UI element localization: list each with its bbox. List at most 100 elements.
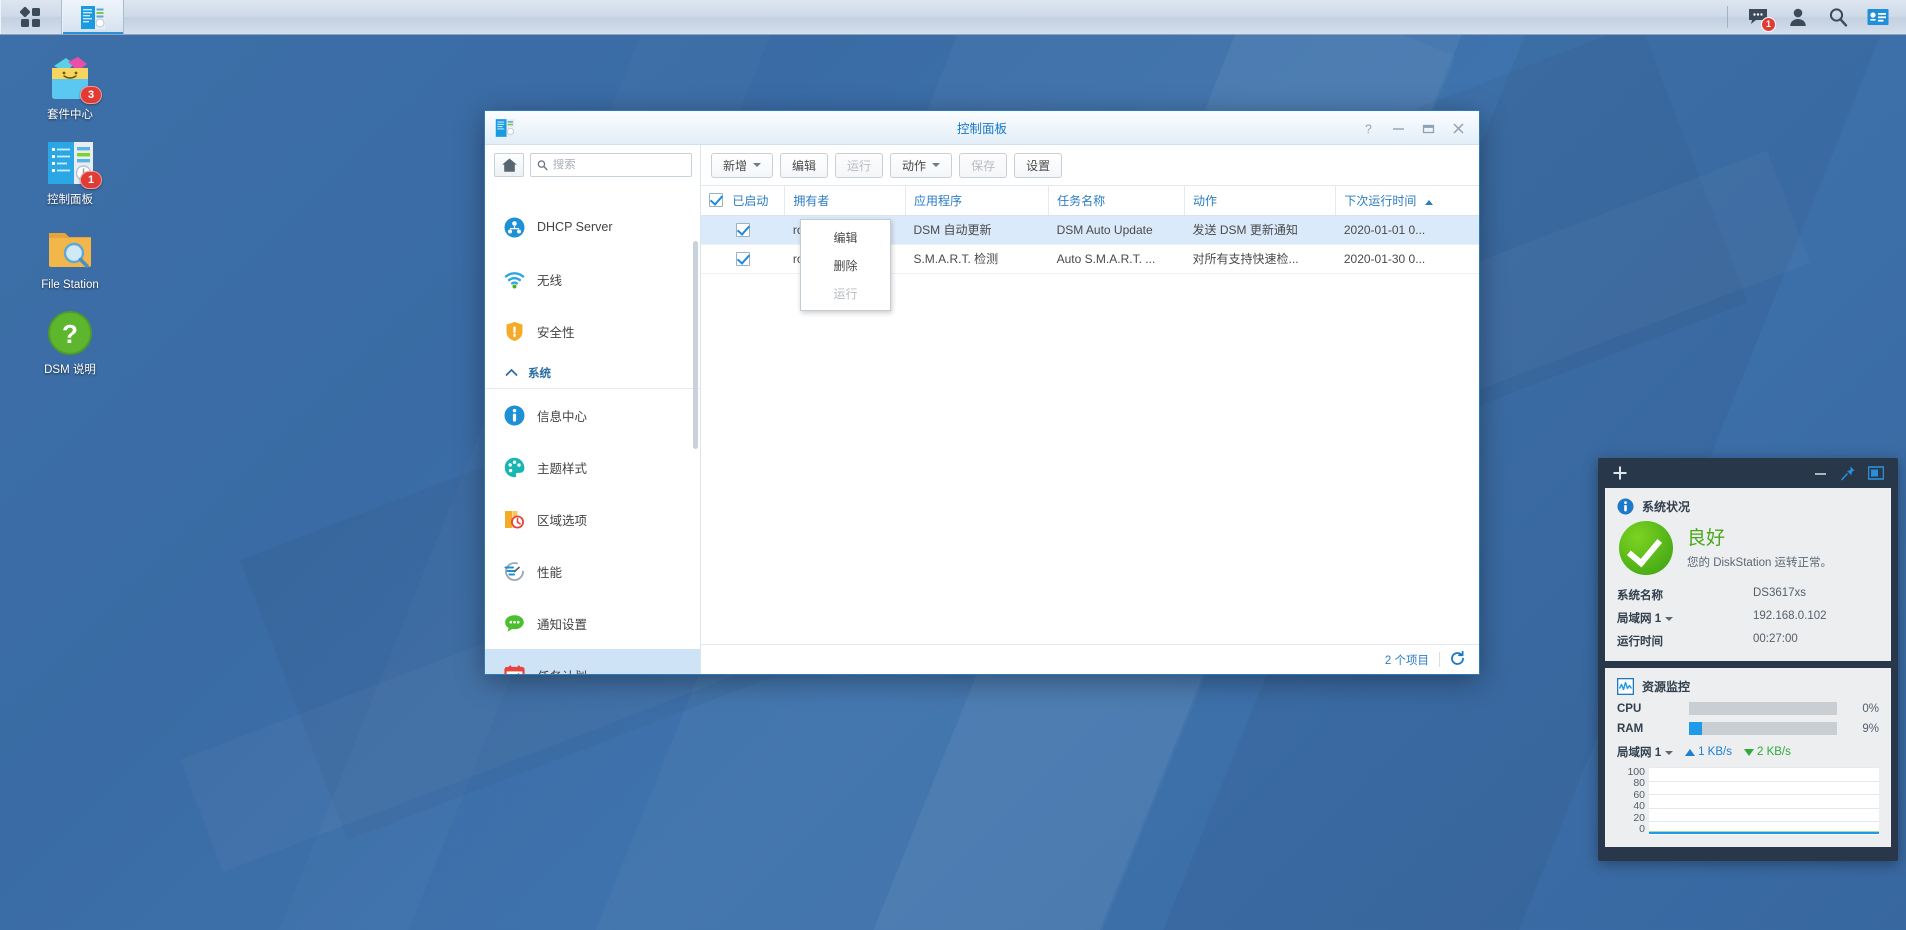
sidebar-item-partial[interactable]: 网络 (485, 187, 700, 201)
tray-divider (1727, 6, 1728, 28)
add-widget-icon[interactable] (1606, 459, 1634, 487)
sidebar-item-label: 信息中心 (537, 409, 588, 424)
control-panel-icon (81, 5, 105, 29)
desktop-icon-dsm-help[interactable]: ? DSM 说明 (15, 307, 125, 377)
chevron-down-icon (1665, 616, 1674, 621)
sidebar-item-notification[interactable]: 通知设置 (485, 597, 700, 649)
desktop-icon-package-center[interactable]: 3 套件中心 (15, 52, 125, 122)
taskbar: 1 (0, 0, 1906, 35)
row-checkbox[interactable] (735, 251, 750, 266)
network-row[interactable]: 局域网 1 1 KB/s 2 KB/s (1617, 744, 1879, 760)
chevron-down-icon (1665, 750, 1674, 755)
search-icon[interactable] (1818, 0, 1858, 35)
start-menu-button[interactable] (0, 0, 62, 34)
chart-series-upload (1649, 832, 1879, 834)
grid-empty-area (701, 274, 1479, 645)
edit-button-label: 编辑 (792, 158, 817, 173)
chart-y-tick: 0 (1639, 823, 1645, 836)
action-button[interactable]: 动作 (890, 152, 953, 178)
desktop-icon-file-station[interactable]: File Station (15, 222, 125, 292)
icon-wrap: 3 (44, 52, 102, 104)
search-box[interactable] (530, 153, 692, 177)
sidebar-item-info-center[interactable]: 信息中心 (485, 389, 700, 441)
ram-row: RAM 9% (1617, 722, 1879, 735)
home-button[interactable] (494, 153, 524, 177)
sidebar-group-system[interactable]: 系统 (485, 357, 700, 389)
row-application: S.M.A.R.T. 检测 (905, 244, 1049, 274)
desktop-icon-control-panel[interactable]: 1 控制面板 (15, 137, 125, 207)
run-button-label: 运行 (847, 158, 872, 173)
icon-wrap: ? (44, 307, 96, 359)
sidebar-item-dhcp-server[interactable]: DHCP Server (485, 201, 700, 253)
info-center-icon (503, 404, 525, 426)
sidebar-top-bar (485, 145, 700, 185)
sidebar-item-regional-options[interactable]: 区域选项 (485, 493, 700, 545)
field-key: 系统名称 (1617, 590, 1663, 602)
sidebar-item-theme[interactable]: 主题样式 (485, 441, 700, 493)
home-icon (501, 158, 517, 172)
row-enabled-cell[interactable] (701, 215, 785, 245)
select-all-checkbox[interactable] (709, 193, 723, 208)
theme-palette-icon (503, 456, 525, 478)
row-next-run: 2020-01-30 0... (1335, 244, 1479, 274)
row-task-name: DSM Auto Update (1048, 215, 1185, 245)
cpu-bar (1689, 702, 1837, 715)
row-checkbox[interactable] (735, 222, 750, 237)
col-owner-label: 拥有者 (793, 193, 830, 208)
settings-button[interactable]: 设置 (1014, 152, 1063, 178)
refresh-icon[interactable] (1450, 650, 1465, 669)
ctx-edit[interactable]: 编辑 (801, 223, 890, 251)
edit-button[interactable]: 编辑 (780, 152, 829, 178)
ctx-run: 运行 (801, 279, 890, 307)
help-button[interactable]: ? (1353, 111, 1383, 145)
user-icon[interactable] (1778, 0, 1818, 35)
field-key: 局域网 1 (1617, 610, 1753, 626)
maximize-button[interactable] (1413, 111, 1443, 145)
col-action-label: 动作 (1193, 193, 1218, 208)
notifications-icon[interactable]: 1 (1738, 0, 1778, 35)
download-rate: 2 KB/s (1743, 746, 1791, 758)
system-health-status: 良好 您的 DiskStation 运转正常。 (1619, 521, 1879, 575)
col-next-run-time[interactable]: 下次运行时间 (1335, 186, 1479, 216)
network-label: 局域网 1 (1617, 744, 1674, 760)
minimize-button[interactable] (1383, 111, 1413, 145)
ctx-delete[interactable]: 删除 (801, 251, 890, 279)
field-lan1[interactable]: 局域网 1 192.168.0.102 (1617, 610, 1879, 626)
network-label-text: 局域网 1 (1617, 747, 1662, 759)
ctx-edit-label: 编辑 (833, 230, 858, 245)
status-ok-icon (1619, 521, 1673, 575)
sidebar-item-wireless[interactable]: 无线 (485, 253, 700, 305)
widget-icon[interactable] (1858, 0, 1898, 35)
dhcp-server-icon (503, 216, 525, 238)
sidebar-item-partial-row[interactable]: 网络 (485, 187, 700, 201)
cpu-row: CPU 0% (1617, 702, 1879, 715)
performance-icon (503, 560, 525, 582)
window-titlebar[interactable]: 控制面板 ? (485, 111, 1479, 145)
col-task-name[interactable]: 任务名称 (1048, 186, 1186, 216)
search-input[interactable] (552, 159, 685, 171)
create-button[interactable]: 新增 (711, 152, 774, 178)
sidebar-item-performance[interactable]: 性能 (485, 545, 700, 597)
ram-bar (1689, 722, 1837, 735)
dock-widget-icon[interactable] (1862, 459, 1890, 487)
col-application[interactable]: 应用程序 (905, 186, 1050, 216)
sidebar-item-task-scheduler[interactable]: 任务计划 (485, 649, 700, 674)
col-owner[interactable]: 拥有者 (784, 186, 906, 216)
pin-widget-icon[interactable] (1834, 459, 1862, 487)
col-enabled[interactable]: 已启动 (701, 186, 786, 216)
chart-plot-area (1649, 767, 1879, 835)
close-button[interactable] (1443, 111, 1473, 145)
sidebar-item-security[interactable]: 安全性 (485, 305, 700, 357)
sidebar-item-label: 无线 (537, 273, 563, 288)
row-enabled-cell[interactable] (701, 244, 785, 274)
chart-gridline (1649, 807, 1879, 809)
sidebar-group-label: 系统 (528, 367, 551, 380)
taskbar-app-control-panel[interactable] (62, 0, 124, 34)
action-button-label: 动作 (902, 158, 927, 173)
chart-gridline (1649, 794, 1879, 796)
minimize-widget-icon[interactable] (1806, 459, 1834, 487)
chart-gridline (1649, 780, 1879, 782)
control-panel-badge: 1 (80, 171, 102, 189)
sidebar-scrollbar[interactable] (693, 241, 698, 449)
col-action[interactable]: 动作 (1184, 186, 1337, 216)
